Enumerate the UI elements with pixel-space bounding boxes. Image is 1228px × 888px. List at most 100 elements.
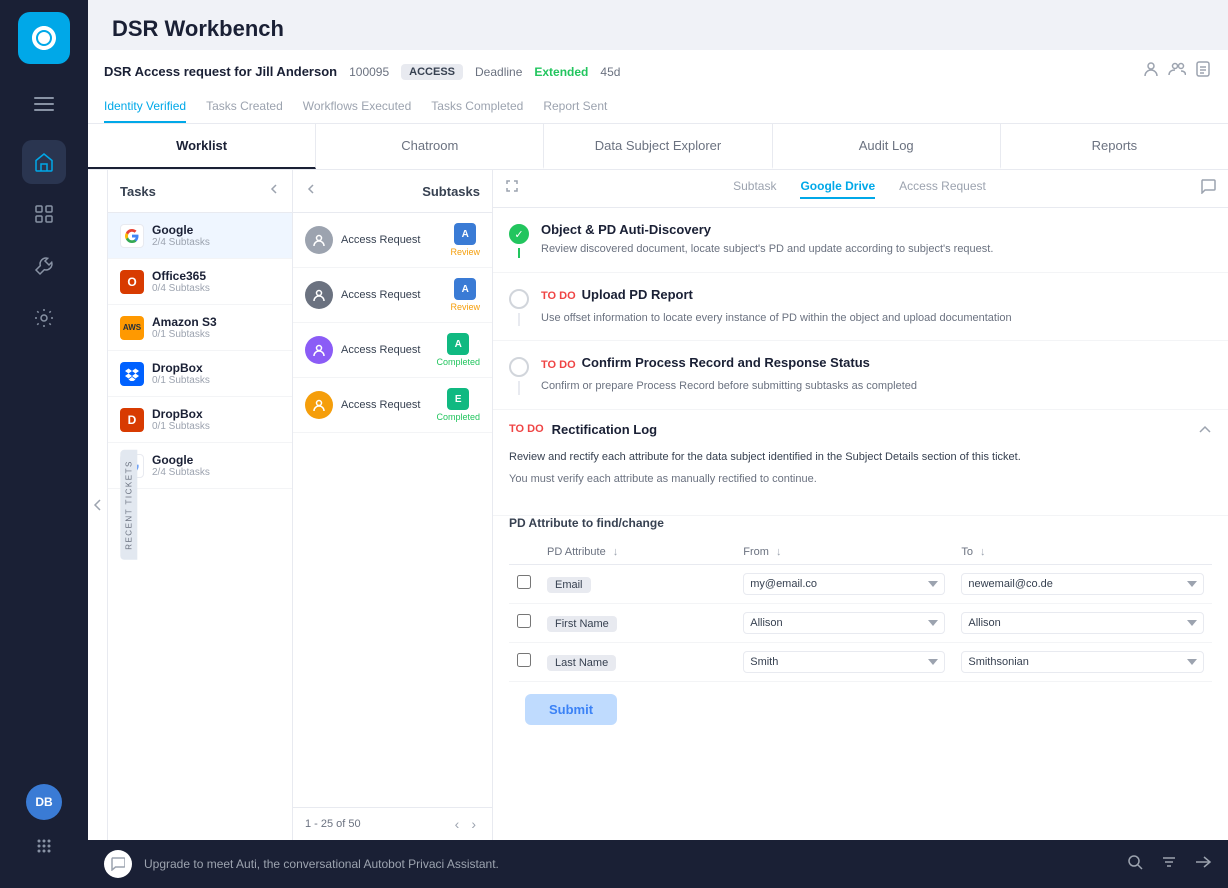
detail-tab-google-drive[interactable]: Google Drive [800,179,875,199]
pd-row-checkbox-3[interactable] [517,653,531,667]
pagination-next[interactable]: › [467,816,480,832]
arrow-icon[interactable] [1194,853,1212,876]
task-upload-pd: TO DO Upload PD Report Use offset inform… [493,273,1228,342]
search-svg-icon [1126,853,1144,871]
grid-icon [34,836,54,856]
ticket-icon-doc[interactable] [1194,60,1212,83]
subtask-avatar-1 [305,226,333,254]
task-name-amazon: Amazon S3 [152,315,217,329]
subtask-item-3[interactable]: Access Request A Completed [293,323,492,378]
aws-icon: AWS [120,316,144,340]
tab-data-subject-explorer[interactable]: Data Subject Explorer [544,124,772,169]
app-wrapper: DSR Workbench DSR Access request for Jil… [88,0,1228,840]
search-icon[interactable] [1126,853,1144,876]
ticket-id: 100095 [349,65,389,79]
task-item-google[interactable]: Google 2/4 Subtasks [108,213,292,259]
rectification-header[interactable]: TO DO Rectification Log [493,410,1228,449]
task-item-amazon-s3[interactable]: AWS Amazon S3 0/1 Subtasks [108,305,292,351]
table-row: First Name Allison Allison [509,604,1212,643]
pagination-buttons: ‹ › [451,816,480,832]
expand-icon[interactable] [505,179,519,198]
sidebar: DB [0,0,88,888]
recent-tickets-label[interactable]: RECENT TICKETS [120,450,137,560]
task-name-google: Google [152,223,210,237]
tab-report-sent[interactable]: Report Sent [543,91,607,123]
bottom-message: Upgrade to meet Auti, the conversational… [144,857,499,871]
task-item-office365[interactable]: O Office365 0/4 Subtasks [108,259,292,305]
subtask-type-4: Access Request [341,399,428,411]
subtask-badge-4: E [447,388,469,410]
expand-arrows-icon [505,179,519,193]
user-avatar[interactable]: DB [26,784,62,820]
pd-to-lastname[interactable]: Smithsonian [961,651,1204,673]
task-detail-desc-2: Use offset information to locate every i… [541,310,1212,327]
sidebar-item-home[interactable] [22,140,66,184]
subtask-item-2[interactable]: Access Request A Review [293,268,492,323]
pd-from-firstname[interactable]: Allison [743,612,945,634]
task-sub-office365: 0/4 Subtasks [152,283,210,294]
pd-row-checkbox-1[interactable] [517,575,531,589]
ticket-action-icons [1142,60,1212,83]
sidebar-bottom: DB [26,784,62,876]
detail-tab-subtask[interactable]: Subtask [733,179,776,199]
task-detail-info-2: TO DO Upload PD Report Use offset inform… [541,287,1212,327]
tab-audit-log[interactable]: Audit Log [773,124,1001,169]
rectification-note: You must verify each attribute as manual… [509,473,1212,485]
task-object-pd: Object & PD Auti-Discovery Review discov… [493,208,1228,273]
subtask-item-4[interactable]: Access Request E Completed [293,378,492,433]
office365-icon: O [120,270,144,294]
pd-row-checkbox-2[interactable] [517,614,531,628]
tasks-panel-header: Tasks [108,170,292,213]
ticket-badge: ACCESS [401,64,463,80]
subtask-item-1[interactable]: Access Request A Review [293,213,492,268]
pd-from-email[interactable]: my@email.co [743,573,945,595]
subtask-status-3: Completed [436,357,480,367]
subtask-badge-1: A [454,223,476,245]
dashboard-icon [33,203,55,225]
ticket-icon-users[interactable] [1168,60,1186,83]
subtasks-column: Subtasks Access Request A [293,170,493,840]
person-icon-1 [312,233,326,247]
pd-to-firstname[interactable]: Allison [961,612,1204,634]
chevron-left-subtasks-icon [305,183,317,195]
task-detail-title-2: Upload PD Report [582,287,693,302]
task-item-dropbox-2[interactable]: D DropBox 0/1 Subtasks [108,397,292,443]
tab-tasks-created[interactable]: Tasks Created [206,91,283,123]
sidebar-nav [22,140,66,784]
tab-tasks-completed[interactable]: Tasks Completed [431,91,523,123]
tab-worklist[interactable]: Worklist [88,124,316,169]
panel-collapse-button[interactable] [88,170,108,840]
tab-workflows-executed[interactable]: Workflows Executed [303,91,412,123]
pd-to-email[interactable]: newemail@co.de [961,573,1204,595]
sidebar-item-settings[interactable] [22,296,66,340]
subtasks-collapse-btn[interactable] [305,182,317,200]
task-item-dropbox-1[interactable]: DropBox 0/1 Subtasks [108,351,292,397]
settings-icon [33,307,55,329]
subtask-status-2: Review [450,302,480,312]
chat-icon [1200,178,1216,194]
subtasks-panel-header: Subtasks [293,170,492,213]
tasks-collapse-btn[interactable] [268,182,280,200]
google-icon [120,224,144,248]
ticket-icon-person[interactable] [1142,60,1160,83]
grid-button[interactable] [26,828,62,864]
sidebar-item-tools[interactable] [22,244,66,288]
tab-identity-verified[interactable]: Identity Verified [104,91,186,123]
comment-icon[interactable] [1200,178,1216,199]
tab-reports[interactable]: Reports [1001,124,1228,169]
pagination-prev[interactable]: ‹ [451,816,464,832]
dropbox-icon-2: D [120,408,144,432]
sidebar-item-dashboard[interactable] [22,192,66,236]
submit-button[interactable]: Submit [525,694,617,725]
col-header-from: From ↓ [735,540,953,565]
pd-attribute-email: Email [547,577,591,593]
filter-icon[interactable] [1160,853,1178,876]
pd-from-lastname[interactable]: Smith [743,651,945,673]
app-logo[interactable] [18,12,70,64]
menu-button[interactable] [24,84,64,124]
detail-column: Subtask Google Drive Access Request O [493,170,1228,840]
tab-chatroom[interactable]: Chatroom [316,124,544,169]
subtask-type-1: Access Request [341,234,442,246]
detail-tab-access-request[interactable]: Access Request [899,179,986,199]
dropbox-logo-icon [125,367,139,381]
